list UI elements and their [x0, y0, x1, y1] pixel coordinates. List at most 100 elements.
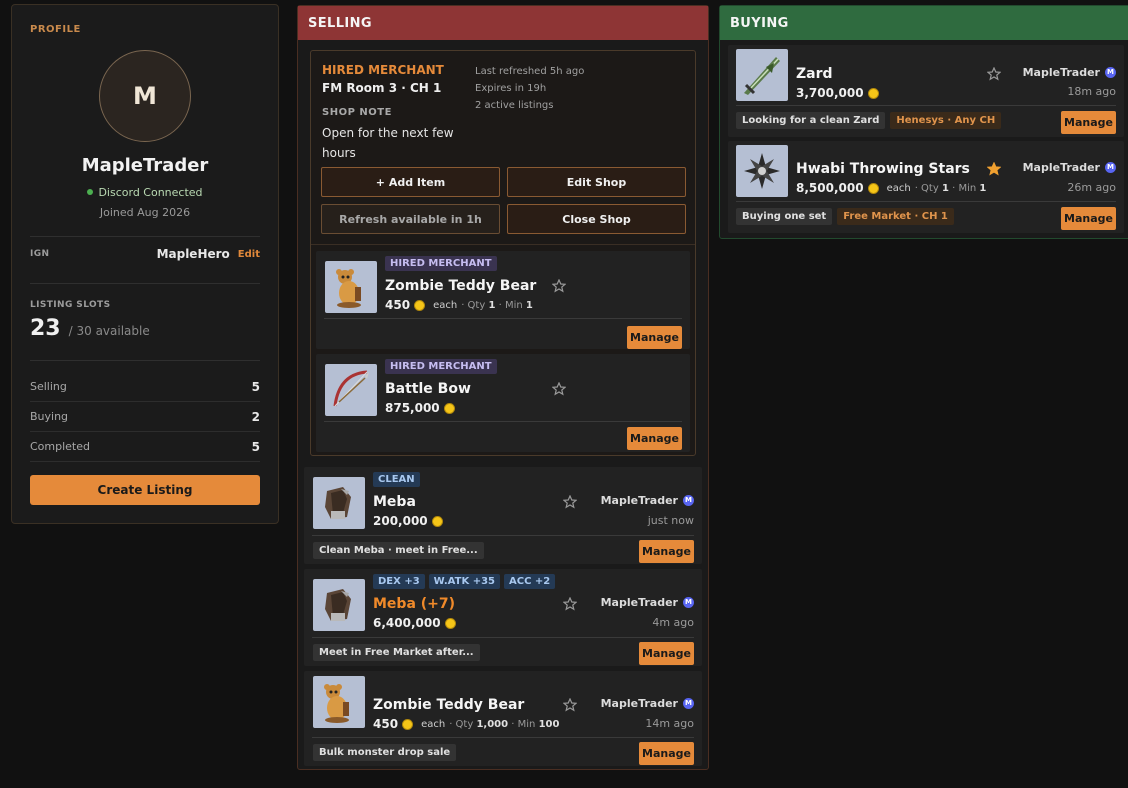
- shop-note: Open for the next few hours: [322, 126, 454, 160]
- add-item-button[interactable]: + Add Item: [321, 167, 500, 197]
- manage-button[interactable]: Manage: [1061, 207, 1116, 230]
- manage-button[interactable]: Manage: [639, 642, 694, 665]
- divider: [324, 318, 682, 319]
- shop-item[interactable]: HIRED MERCHANT Battle Bow 875,000 Manage: [316, 354, 690, 452]
- close-shop-button[interactable]: Close Shop: [507, 204, 686, 234]
- price: 200,000: [373, 514, 428, 528]
- verified-badge-icon: M: [683, 597, 694, 608]
- favorite-star-icon[interactable]: [987, 67, 1001, 81]
- ign-label: IGN: [30, 249, 50, 259]
- divider: [736, 105, 1116, 106]
- favorite-star-icon[interactable]: [552, 279, 566, 293]
- selling-header: SELLING: [298, 6, 708, 40]
- favorite-star-icon[interactable]: [563, 597, 577, 611]
- stat-badge: ACC +2: [504, 574, 556, 589]
- manage-button[interactable]: Manage: [627, 427, 682, 450]
- listing-card[interactable]: CLEAN Meba 200,000 MapleTrader M just now…: [304, 467, 702, 564]
- discord-status: Discord Connected: [12, 186, 278, 199]
- listing-slots-label: LISTING SLOTS: [30, 300, 111, 310]
- note-tag: Clean Meba · meet in Free...: [313, 542, 484, 559]
- edit-shop-button[interactable]: Edit Shop: [507, 167, 686, 197]
- price: 6,400,000: [373, 616, 441, 630]
- seller[interactable]: MapleTrader M: [601, 697, 694, 710]
- qty: · Qty 1 · Min 1: [914, 182, 987, 194]
- price: 450: [385, 298, 411, 312]
- seller[interactable]: MapleTrader M: [1023, 161, 1116, 174]
- manage-button[interactable]: Manage: [639, 540, 694, 563]
- sword-icon: [736, 49, 788, 101]
- hired-merchant-badge: HIRED MERCHANT: [385, 256, 497, 271]
- listing-card[interactable]: Zard 3,700,000 MapleTrader M 18m ago Look…: [728, 45, 1124, 137]
- verified-badge-icon: M: [683, 698, 694, 709]
- seller[interactable]: MapleTrader M: [601, 494, 694, 507]
- seller-name: MapleTrader: [600, 697, 678, 710]
- hired-merchant-shop: HIRED MERCHANT FM Room 3 · CH 1 SHOP NOT…: [310, 50, 696, 456]
- glove-icon: [313, 579, 365, 631]
- divider: [312, 737, 694, 738]
- each-label: each: [433, 299, 458, 311]
- each-label: each: [886, 182, 911, 194]
- stat-label: Buying: [30, 410, 69, 423]
- favorite-star-icon[interactable]: [563, 495, 577, 509]
- divider: [312, 535, 694, 536]
- favorite-star-icon[interactable]: [563, 698, 577, 712]
- qty: · Qty 1,000 · Min 100: [449, 718, 560, 730]
- item-name: Meba: [373, 494, 416, 510]
- refresh-shop-button[interactable]: Refresh available in 1h: [321, 204, 500, 234]
- avatar[interactable]: M: [99, 50, 191, 142]
- teddy-bear-icon: [313, 676, 365, 728]
- stat-row-selling: Selling 5: [30, 372, 260, 402]
- timestamp: 26m ago: [1067, 181, 1116, 194]
- note-tag: Looking for a clean Zard: [736, 112, 886, 129]
- listing-card[interactable]: Zombie Teddy Bear 450 each · Qty 1,000 ·…: [304, 671, 702, 766]
- listing-card[interactable]: Hwabi Throwing Stars 8,500,000 each · Qt…: [728, 141, 1124, 233]
- divider: [311, 244, 695, 245]
- shop-room: FM Room 3 · CH 1: [322, 81, 442, 95]
- manage-button[interactable]: Manage: [639, 742, 694, 765]
- create-listing-button[interactable]: Create Listing: [30, 475, 260, 505]
- tags: Clean Meba · meet in Free...: [313, 542, 484, 559]
- meso-coin-icon: [402, 718, 414, 730]
- ign-edit-link[interactable]: Edit: [238, 249, 260, 260]
- seller[interactable]: MapleTrader M: [601, 596, 694, 609]
- stat-row-completed: Completed 5: [30, 432, 260, 462]
- seller[interactable]: MapleTrader M: [1023, 66, 1116, 79]
- favorite-star-icon[interactable]: [987, 162, 1001, 176]
- stat-value: 5: [251, 439, 260, 454]
- timestamp: 4m ago: [652, 616, 694, 629]
- manage-button[interactable]: Manage: [627, 326, 682, 349]
- seller-name: MapleTrader: [1022, 161, 1100, 174]
- meso-coin-icon: [431, 515, 443, 527]
- last-refreshed: Last refreshed 5h ago: [475, 66, 585, 77]
- buying-header: BUYING: [720, 6, 1128, 40]
- shop-note-label: SHOP NOTE: [322, 107, 392, 118]
- price-row: 3,700,000: [796, 86, 879, 100]
- teddy-bear-icon: [325, 261, 377, 313]
- slots-count: 23: [30, 316, 61, 341]
- price-row: 8,500,000 each · Qty 1 · Min 1: [796, 181, 986, 195]
- ign-value: MapleHero: [156, 247, 230, 261]
- profile-name: MapleTrader: [81, 155, 209, 176]
- each-label: each: [421, 718, 446, 730]
- divider: [736, 201, 1116, 202]
- price: 875,000: [385, 401, 440, 415]
- timestamp: just now: [647, 514, 694, 527]
- price-row: 450 each · Qty 1 · Min 1: [385, 298, 533, 312]
- note-tag: Meet in Free Market after...: [313, 644, 480, 661]
- profile-section-label: PROFILE: [30, 24, 81, 35]
- price: 450: [373, 717, 399, 731]
- favorite-star-icon[interactable]: [552, 382, 566, 396]
- discord-status-label: Discord Connected: [98, 186, 203, 199]
- throwing-star-icon: [736, 145, 788, 197]
- meso-coin-icon: [444, 617, 456, 629]
- listing-card[interactable]: DEX +3 W.ATK +35 ACC +2 Meba (+7) 6,400,…: [304, 569, 702, 666]
- meso-coin-icon: [443, 402, 455, 414]
- meso-coin-icon: [867, 87, 879, 99]
- badges: CLEAN: [373, 472, 420, 487]
- item-name: Zombie Teddy Bear: [373, 697, 525, 713]
- stat-value: 2: [251, 409, 260, 424]
- manage-button[interactable]: Manage: [1061, 111, 1116, 134]
- status-dot-icon: [87, 189, 94, 195]
- item-name: Zombie Teddy Bear: [385, 278, 537, 294]
- shop-item[interactable]: HIRED MERCHANT Zombie Teddy Bear 450 eac…: [316, 251, 690, 349]
